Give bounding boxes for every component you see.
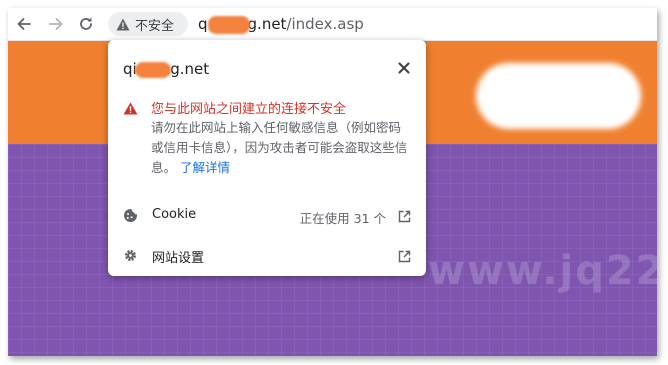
- address-bar[interactable]: 不安全 q g.net/index.asp: [108, 12, 657, 36]
- back-arrow-icon: [17, 18, 31, 30]
- site-info-popup: qi ng.net 您与此网站之间建立的连接不安全 请勿在此网站上输入任何敏感信息…: [108, 40, 426, 276]
- forward-arrow-icon: [49, 18, 63, 30]
- url-path: /index.asp: [286, 15, 364, 33]
- security-chip[interactable]: 不安全: [108, 12, 188, 36]
- open-in-new-icon: [398, 208, 411, 227]
- site-settings-label: 网站设置: [152, 251, 205, 266]
- close-icon: [398, 62, 410, 74]
- close-button[interactable]: [394, 58, 414, 78]
- redaction-blob: [135, 62, 171, 78]
- warning-body: 请勿在此网站上输入任何敏感信息（例如密码或信用卡信息），因为攻击者可能会盗取这些…: [151, 118, 411, 178]
- reload-icon: [80, 17, 92, 30]
- reload-button[interactable]: [74, 12, 98, 36]
- warning-title: 您与此网站之间建立的连接不安全: [151, 102, 347, 117]
- warning-triangle-icon: [116, 18, 130, 31]
- open-in-new-icon: [398, 248, 411, 267]
- url-host-start: q: [198, 15, 208, 33]
- security-label: 不安全: [135, 18, 175, 34]
- back-button[interactable]: [12, 12, 36, 36]
- forward-button[interactable]: [44, 12, 68, 36]
- browser-window: 不安全 qg.net/index.asp www.jq22 qing.net: [8, 8, 657, 356]
- gear-icon: [123, 248, 138, 267]
- browser-toolbar: 不安全 q g.net/index.asp: [8, 8, 657, 41]
- cookie-icon: [123, 208, 138, 227]
- redaction-blob: [208, 16, 250, 34]
- blurred-logo: [476, 63, 641, 129]
- cookie-row[interactable]: Cookie 正在使用 31 个: [108, 198, 426, 234]
- url-host-end: g.net: [247, 15, 287, 33]
- cookie-label: Cookie: [152, 207, 197, 222]
- watermark-text: www.jq22: [428, 248, 657, 294]
- learn-more-link[interactable]: 了解详情: [180, 160, 230, 175]
- warning-triangle-icon: [123, 100, 138, 119]
- cookie-count: 正在使用 31 个: [299, 211, 386, 226]
- site-settings-row[interactable]: 网站设置: [108, 238, 426, 274]
